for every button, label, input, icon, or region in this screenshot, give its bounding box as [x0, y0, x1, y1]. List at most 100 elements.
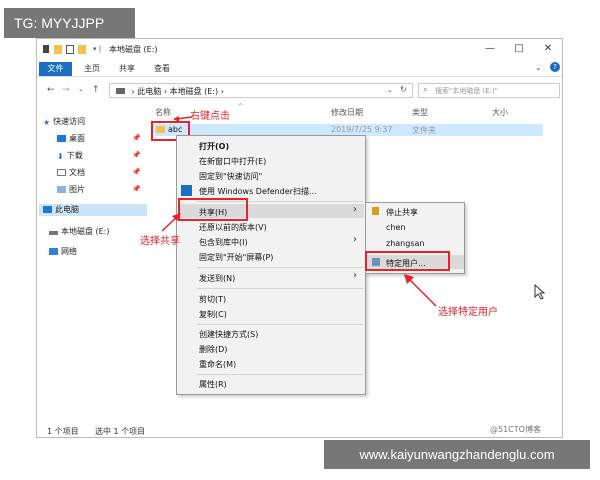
- annotation-arrow-icon: [404, 274, 437, 307]
- breadcrumb-drive[interactable]: 本地磁盘 (E:): [170, 87, 219, 96]
- screenshot: ▾ | 本地磁盘 (E:) — □ ✕ 文件 主页 共享 查看 ⌄ ? ← → …: [0, 0, 600, 480]
- column-name[interactable]: 名称: [155, 107, 171, 118]
- file-type-cell: 文件夹: [412, 126, 436, 135]
- menu-item-open[interactable]: 打开(O): [199, 141, 229, 152]
- annotation-choose-user: 选择特定用户: [438, 307, 498, 318]
- annotation-right-click: 右键点击: [190, 111, 230, 122]
- shield-icon: [181, 185, 192, 196]
- breadcrumb-this-pc[interactable]: 此电脑: [137, 87, 161, 96]
- submenu-user-zhangsan[interactable]: zhangsan: [386, 239, 424, 248]
- nav-item-pictures[interactable]: 图片: [57, 184, 85, 196]
- address-row: ← → ⌄ ↑ › 此电脑 › 本地磁盘 (E:) › ⌄ ↻ ⌕ 搜索"本地磁…: [37, 81, 562, 101]
- pc-icon: [43, 206, 52, 213]
- back-arrow-icon[interactable]: ←: [47, 85, 55, 95]
- search-box[interactable]: ⌕ 搜索"本地磁盘 (E:)": [418, 83, 560, 98]
- up-arrow-icon[interactable]: ↑: [92, 85, 100, 95]
- submenu-user-chen[interactable]: chen: [386, 223, 405, 232]
- menu-item-pin-start[interactable]: 固定到"开始"屏幕(P): [199, 252, 273, 263]
- tab-share[interactable]: 共享: [119, 63, 135, 75]
- watermark-top: TG: MYYJJPP: [4, 8, 135, 38]
- breadcrumb: › 此电脑 › 本地磁盘 (E:) ›: [116, 86, 224, 97]
- picture-icon: [57, 186, 66, 193]
- new-folder-icon[interactable]: [78, 45, 86, 54]
- annotation-arrow-icon: [173, 116, 193, 122]
- column-type[interactable]: 类型: [412, 107, 428, 118]
- address-bar[interactable]: › 此电脑 › 本地磁盘 (E:) › ⌄ ↻: [109, 83, 413, 98]
- highlight-specific-users: [365, 251, 450, 271]
- file-date-cell: 2019/7/25 9:37: [331, 125, 393, 134]
- watermark-bottom: www.kaiyunwangzhandenglu.com: [324, 440, 590, 469]
- submenu-chevron-icon: ›: [353, 204, 357, 215]
- download-icon: ⬇: [57, 152, 64, 161]
- breadcrumb-sep-icon: ›: [131, 87, 135, 96]
- recent-chevron-icon[interactable]: ⌄: [78, 85, 84, 93]
- customize-toolbar-icon[interactable]: ▾ |: [93, 45, 101, 53]
- sort-arrow-icon: ^: [237, 102, 244, 111]
- mouse-cursor-icon: [534, 284, 546, 300]
- credit-watermark: @51CTO博客: [490, 425, 541, 434]
- pin-icon: 📌: [132, 168, 141, 176]
- tab-file[interactable]: 文件: [39, 62, 72, 76]
- window-menu-icon[interactable]: [43, 45, 49, 53]
- ribbon-expand-icon[interactable]: ⌄: [535, 63, 542, 72]
- tab-view[interactable]: 查看: [154, 63, 170, 75]
- nav-quick-access[interactable]: ★ 快速访问: [43, 116, 85, 128]
- nav-item-documents[interactable]: 文档: [57, 167, 85, 179]
- folder-icon: [54, 45, 62, 54]
- submenu-stop-sharing[interactable]: 停止共享: [386, 207, 418, 218]
- pc-icon: [116, 88, 125, 94]
- context-menu: 打开(O) 在新窗口中打开(E) 固定到"快速访问" 使用 Windows De…: [176, 135, 366, 395]
- nav-network[interactable]: 网络: [49, 246, 77, 258]
- lock-icon: [372, 207, 379, 215]
- menu-item-send-to[interactable]: 发送到(N): [199, 273, 235, 284]
- close-button[interactable]: ✕: [538, 42, 558, 56]
- nav-item-desktop[interactable]: 桌面: [57, 133, 85, 145]
- status-selected: 选中 1 个项目: [95, 427, 146, 436]
- refresh-icon[interactable]: ↻: [400, 85, 407, 94]
- menu-item-copy[interactable]: 复制(C): [199, 309, 227, 320]
- menu-divider: [197, 324, 363, 325]
- desktop-icon: [57, 135, 66, 142]
- pin-icon: 📌: [132, 151, 141, 159]
- pin-icon: 📌: [132, 134, 141, 142]
- address-dropdown-icon[interactable]: ⌄: [387, 86, 393, 94]
- annotation-choose-share: 选择共享: [140, 236, 180, 247]
- menu-item-rename[interactable]: 重命名(M): [199, 359, 236, 370]
- window-title: 本地磁盘 (E:): [109, 45, 158, 54]
- menu-divider: [197, 374, 363, 375]
- pin-icon: 📌: [132, 185, 141, 193]
- menu-item-include-library[interactable]: 包含到库中(I): [199, 237, 248, 248]
- column-date[interactable]: 修改日期: [331, 107, 363, 118]
- star-icon: ★: [43, 118, 51, 127]
- search-placeholder: 搜索"本地磁盘 (E:)": [435, 87, 498, 95]
- maximize-button[interactable]: □: [509, 42, 529, 56]
- nav-item-downloads[interactable]: ⬇ 下载: [57, 150, 83, 162]
- help-icon[interactable]: ?: [550, 62, 560, 72]
- highlight-share: [178, 198, 248, 221]
- minimize-button[interactable]: —: [480, 42, 500, 56]
- menu-item-open-new-window[interactable]: 在新窗口中打开(E): [199, 156, 266, 167]
- menu-item-create-shortcut[interactable]: 创建快捷方式(S): [199, 329, 258, 340]
- forward-arrow-icon[interactable]: →: [62, 85, 70, 95]
- status-count: 1 个项目: [47, 427, 79, 436]
- nav-drive-e[interactable]: 本地磁盘 (E:): [49, 226, 110, 238]
- submenu-chevron-icon: ›: [353, 270, 357, 281]
- title-bar: ▾ | 本地磁盘 (E:) — □ ✕: [37, 39, 562, 61]
- menu-item-cut[interactable]: 剪切(T): [199, 294, 226, 305]
- ribbon-tabs: 文件 主页 共享 查看 ⌄ ?: [37, 61, 562, 77]
- breadcrumb-sep-icon: ›: [163, 87, 168, 96]
- nav-this-pc[interactable]: 此电脑: [39, 204, 147, 216]
- menu-item-restore-versions[interactable]: 还原以前的版本(V): [199, 222, 267, 233]
- menu-divider: [197, 267, 363, 268]
- menu-item-properties[interactable]: 属性(R): [199, 379, 227, 390]
- drive-icon: [49, 231, 58, 235]
- menu-divider: [197, 288, 363, 289]
- menu-item-delete[interactable]: 删除(D): [199, 344, 227, 355]
- menu-item-defender-scan[interactable]: 使用 Windows Defender扫描...: [199, 186, 317, 197]
- column-size[interactable]: 大小: [492, 107, 508, 118]
- properties-icon[interactable]: [66, 45, 74, 54]
- document-icon: [57, 169, 66, 176]
- menu-item-pin-quick-access[interactable]: 固定到"快速访问": [199, 171, 262, 182]
- submenu-chevron-icon: ›: [353, 234, 357, 245]
- tab-home[interactable]: 主页: [84, 63, 100, 75]
